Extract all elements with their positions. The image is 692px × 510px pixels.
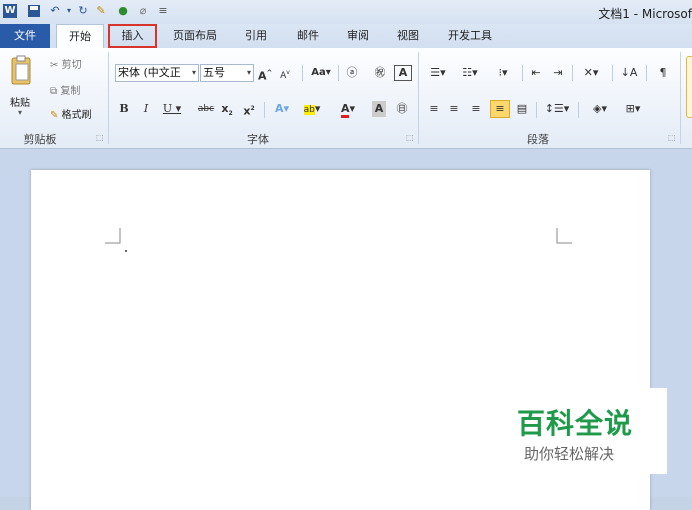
format-painter-icon[interactable]: ✎ xyxy=(94,4,108,18)
margin-mark-top-right xyxy=(556,228,572,244)
font-size-combo[interactable]: 五号 ▾ xyxy=(200,64,254,82)
italic-icon[interactable]: I xyxy=(140,101,152,117)
divider xyxy=(536,102,537,118)
watermark: 百科全说 助你轻松解决 xyxy=(509,388,667,474)
copy-button[interactable]: ⧉ 复制 xyxy=(50,82,80,97)
chevron-down-icon: ▾ xyxy=(191,68,196,77)
character-border-icon[interactable]: A xyxy=(394,65,412,81)
tab-references[interactable]: 引用 xyxy=(238,24,274,48)
borders-icon[interactable]: ⊞▾ xyxy=(620,101,646,117)
numbering-icon[interactable]: ☷▾ xyxy=(458,65,482,81)
format-painter-label: 格式刷 xyxy=(61,110,92,121)
sort-icon[interactable]: ↓A xyxy=(620,65,638,81)
watermark-title: 百科全说 xyxy=(517,407,634,440)
clipboard-launcher-icon[interactable]: ⬚ xyxy=(96,133,104,142)
clear-formatting-icon[interactable]: ⓐ xyxy=(344,65,360,81)
copy-label: 复制 xyxy=(60,86,81,97)
divider xyxy=(302,65,303,81)
font-launcher-icon[interactable]: ⬚ xyxy=(406,133,414,142)
group-divider xyxy=(680,52,681,144)
tab-file[interactable]: 文件 xyxy=(0,24,50,48)
asian-layout-icon[interactable]: ✕▾ xyxy=(578,65,604,81)
divider xyxy=(572,65,573,81)
window-title: 文档1 - Microsof xyxy=(598,7,692,21)
title-bar: W ↶ ▾ ↻ ✎ ● ⌀ ≡ 文档1 - Microsof xyxy=(0,0,692,24)
superscript-icon[interactable]: x2 xyxy=(242,101,256,120)
divider xyxy=(612,65,613,81)
bold-icon[interactable]: B xyxy=(118,101,130,117)
tab-developer[interactable]: 开发工具 xyxy=(440,24,500,48)
underline-icon[interactable]: U ▾ xyxy=(162,101,182,117)
paste-dropdown-icon[interactable]: ▾ xyxy=(18,108,22,117)
bullets-icon[interactable]: ☰▾ xyxy=(426,65,450,81)
increase-indent-icon[interactable]: ⇥ xyxy=(550,65,566,81)
clipboard-group-label: 剪贴板 xyxy=(23,133,57,146)
scissors-icon: ✂ xyxy=(50,60,59,71)
font-name-value: 宋体 (中文正 xyxy=(118,66,181,79)
text-effects-icon[interactable]: A▾ xyxy=(270,101,294,117)
font-group-label: 字体 xyxy=(247,133,269,146)
cut-button[interactable]: ✂ 剪切 xyxy=(50,56,82,71)
shading-icon[interactable]: ◈▾ xyxy=(586,101,614,117)
divider xyxy=(578,102,579,118)
styles-gallery[interactable] xyxy=(686,56,692,118)
format-painter-button[interactable]: ✎ 格式刷 xyxy=(50,106,92,121)
ribbon: 粘贴 ▾ ✂ 剪切 ⧉ 复制 ✎ 格式刷 剪贴板 ⬚ 宋体 (中文正 ▾ 五号 ▾ … xyxy=(0,48,692,149)
character-shading-icon[interactable]: A xyxy=(372,101,386,117)
change-case-icon[interactable]: Aa▾ xyxy=(310,65,332,81)
paste-button[interactable]: 粘贴 xyxy=(10,94,30,109)
subscript-icon[interactable]: x2 xyxy=(220,101,234,122)
divider xyxy=(522,65,523,81)
font-size-value: 五号 xyxy=(203,66,225,79)
align-center-icon[interactable]: ≡ xyxy=(446,101,462,117)
brush-icon: ✎ xyxy=(50,110,59,121)
font-color-icon[interactable]: A▾ xyxy=(336,101,360,118)
undo-icon[interactable]: ↶ xyxy=(48,4,62,18)
justify-icon[interactable]: ≡ xyxy=(490,100,510,118)
customize-icon[interactable]: ≡ xyxy=(156,4,170,18)
tab-view[interactable]: 视图 xyxy=(390,24,426,48)
distributed-icon[interactable]: ▤ xyxy=(514,101,530,117)
tab-page-layout[interactable]: 页面布局 xyxy=(166,24,224,48)
tab-review[interactable]: 审阅 xyxy=(338,24,378,48)
text-cursor xyxy=(125,250,127,252)
ribbon-tabs: 文件 开始 插入 页面布局 引用 邮件 审阅 视图 开发工具 xyxy=(0,24,692,48)
line-spacing-icon[interactable]: ↕☰▾ xyxy=(544,101,570,117)
strikethrough-icon[interactable]: abc xyxy=(196,101,216,117)
watermark-subtitle: 助你轻松解决 xyxy=(524,445,615,463)
chevron-down-icon: ▾ xyxy=(246,68,251,77)
grow-font-icon[interactable]: A^ xyxy=(258,65,272,85)
align-left-icon[interactable]: ≡ xyxy=(426,101,442,117)
copy-icon: ⧉ xyxy=(50,86,58,97)
show-marks-icon[interactable]: ¶ xyxy=(656,65,670,81)
cut-label: 剪切 xyxy=(61,60,82,71)
paste-icon[interactable] xyxy=(8,54,36,88)
enclose-characters-icon[interactable]: ㊐ xyxy=(394,101,410,117)
paragraph-group-label: 段落 xyxy=(527,133,549,146)
clear-icon[interactable]: ⌀ xyxy=(136,4,150,18)
shrink-font-icon[interactable]: Av xyxy=(278,65,292,84)
tab-home[interactable]: 开始 xyxy=(56,24,104,48)
decrease-indent-icon[interactable]: ⇤ xyxy=(528,65,544,81)
redo-icon[interactable]: ↻ xyxy=(76,4,90,18)
phonetic-guide-icon[interactable]: ㊗ xyxy=(372,65,388,81)
save-icon[interactable] xyxy=(27,4,41,18)
divider xyxy=(264,102,265,118)
font-name-combo[interactable]: 宋体 (中文正 ▾ xyxy=(115,64,199,82)
color-icon[interactable]: ● xyxy=(116,4,130,18)
margin-mark-top-left xyxy=(105,228,121,244)
tab-insert[interactable]: 插入 xyxy=(108,24,157,48)
divider xyxy=(338,65,339,81)
multilevel-list-icon[interactable]: ⁝▾ xyxy=(490,65,516,81)
align-right-icon[interactable]: ≡ xyxy=(468,101,484,117)
divider xyxy=(646,65,647,81)
highlight-color-icon[interactable]: ab▾ xyxy=(300,101,324,118)
undo-dropdown-icon[interactable]: ▾ xyxy=(62,4,76,18)
tab-mailings[interactable]: 邮件 xyxy=(288,24,328,48)
paragraph-launcher-icon[interactable]: ⬚ xyxy=(668,133,676,142)
word-icon[interactable]: W xyxy=(3,4,17,18)
